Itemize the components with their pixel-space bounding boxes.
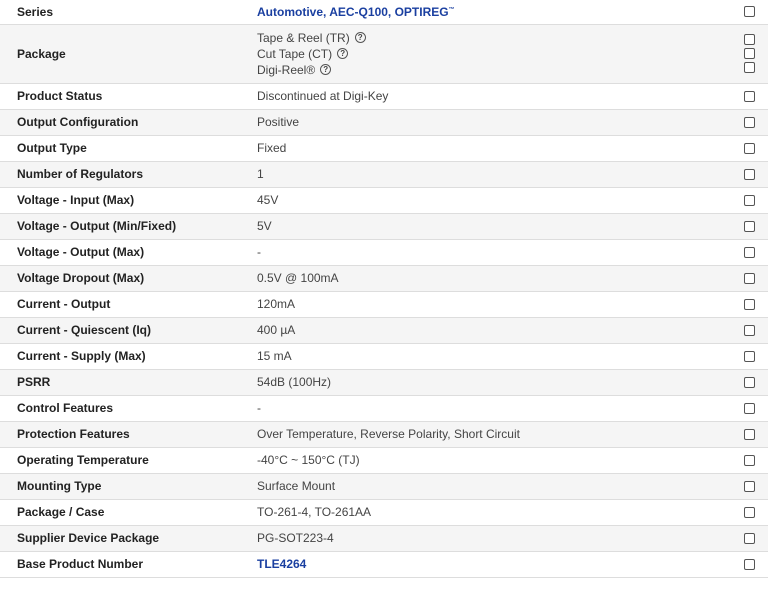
- select-checkbox[interactable]: [744, 142, 755, 154]
- attr-row-protection-features: Protection Features Over Temperature, Re…: [0, 421, 768, 448]
- trademark-mark: ™: [448, 6, 455, 13]
- select-checkbox[interactable]: [744, 376, 755, 388]
- attr-row-package: Package Tape & Reel (TR)? Cut Tape (CT)?…: [0, 24, 768, 84]
- attr-row-base-product-number: Base Product Number TLE4264: [0, 551, 768, 578]
- attr-label: Voltage - Output (Min/Fixed): [0, 213, 248, 240]
- attr-value: -: [248, 239, 738, 266]
- attr-label: Current - Supply (Max): [0, 343, 248, 370]
- attr-row-supplier-device-package: Supplier Device Package PG-SOT223-4: [0, 525, 768, 552]
- select-checkbox[interactable]: [744, 402, 755, 414]
- attr-label: Series: [0, 0, 248, 25]
- attr-label: Mounting Type: [0, 473, 248, 500]
- select-checkbox[interactable]: [744, 454, 755, 466]
- attr-row-operating-temperature: Operating Temperature -40°C ~ 150°C (TJ): [0, 447, 768, 474]
- attr-label: Product Status: [0, 83, 248, 110]
- series-link[interactable]: Automotive, AEC-Q100, OPTIREG™: [257, 5, 455, 19]
- question-circle-icon[interactable]: ?: [354, 32, 366, 43]
- attr-value: Automotive, AEC-Q100, OPTIREG™: [248, 0, 738, 25]
- packaging-option: Tape & Reel (TR)?: [257, 30, 738, 46]
- attr-value: 5V: [248, 213, 738, 240]
- attr-row-voltage-dropout-max: Voltage Dropout (Max) 0.5V @ 100mA: [0, 265, 768, 292]
- select-checkbox-tape-reel[interactable]: [744, 34, 755, 45]
- attr-row-current-supply-max: Current - Supply (Max) 15 mA: [0, 343, 768, 370]
- select-checkbox[interactable]: [744, 272, 755, 284]
- select-checkbox[interactable]: [744, 532, 755, 544]
- attr-row-series: Series Automotive, AEC-Q100, OPTIREG™: [0, 0, 768, 25]
- attr-label: Current - Quiescent (Iq): [0, 317, 248, 344]
- attr-label: Package: [0, 24, 248, 84]
- attr-label: Supplier Device Package: [0, 525, 248, 552]
- attr-value: Discontinued at Digi-Key: [248, 83, 738, 110]
- select-checkbox[interactable]: [744, 220, 755, 232]
- select-checkbox[interactable]: [744, 90, 755, 102]
- select-checkbox[interactable]: [744, 506, 755, 518]
- attr-row-output-type: Output Type Fixed: [0, 135, 768, 162]
- attr-label: PSRR: [0, 369, 248, 396]
- attr-value: 54dB (100Hz): [248, 369, 738, 396]
- attr-row-voltage-output-min-fixed: Voltage - Output (Min/Fixed) 5V: [0, 213, 768, 240]
- attr-row-number-of-regulators: Number of Regulators 1: [0, 161, 768, 188]
- attr-value: TLE4264: [248, 551, 738, 578]
- select-checkbox[interactable]: [744, 246, 755, 258]
- question-circle-icon[interactable]: ?: [337, 48, 349, 59]
- attr-value: 1: [248, 161, 738, 188]
- attr-value: 0.5V @ 100mA: [248, 265, 738, 292]
- attr-row-current-quiescent: Current - Quiescent (Iq) 400 µA: [0, 317, 768, 344]
- select-checkbox[interactable]: [744, 350, 755, 362]
- attr-value: Tape & Reel (TR)? Cut Tape (CT)? Digi-Re…: [248, 24, 738, 84]
- base-product-number-link[interactable]: TLE4264: [257, 557, 306, 571]
- attr-value: 45V: [248, 187, 738, 214]
- attr-label: Voltage - Input (Max): [0, 187, 248, 214]
- attr-label: Current - Output: [0, 291, 248, 318]
- attr-value: Over Temperature, Reverse Polarity, Shor…: [248, 421, 738, 448]
- attr-value: 400 µA: [248, 317, 738, 344]
- attr-value: TO-261-4, TO-261AA: [248, 499, 738, 526]
- attr-row-voltage-input-max: Voltage - Input (Max) 45V: [0, 187, 768, 214]
- attr-value: 15 mA: [248, 343, 738, 370]
- attr-row-control-features: Control Features -: [0, 395, 768, 422]
- select-checkbox[interactable]: [744, 428, 755, 440]
- attr-value: 120mA: [248, 291, 738, 318]
- packaging-option: Digi-Reel®?: [257, 62, 738, 78]
- select-checkbox-series[interactable]: [744, 6, 755, 18]
- select-checkbox[interactable]: [744, 558, 755, 570]
- select-checkbox[interactable]: [744, 116, 755, 128]
- attr-row-output-configuration: Output Configuration Positive: [0, 109, 768, 136]
- select-checkbox[interactable]: [744, 194, 755, 206]
- attr-label: Operating Temperature: [0, 447, 248, 474]
- attr-value: Positive: [248, 109, 738, 136]
- attr-value: -: [248, 395, 738, 422]
- attr-row-mounting-type: Mounting Type Surface Mount: [0, 473, 768, 500]
- attr-value: PG-SOT223-4: [248, 525, 738, 552]
- select-checkbox-digi-reel[interactable]: [744, 62, 755, 73]
- attr-row-package-case: Package / Case TO-261-4, TO-261AA: [0, 499, 768, 526]
- attr-label: Package / Case: [0, 499, 248, 526]
- attr-label: Base Product Number: [0, 551, 248, 578]
- question-circle-icon[interactable]: ?: [320, 64, 332, 75]
- attr-label: Voltage Dropout (Max): [0, 265, 248, 292]
- select-checkbox[interactable]: [744, 480, 755, 492]
- attr-label: Number of Regulators: [0, 161, 248, 188]
- attr-value: Fixed: [248, 135, 738, 162]
- attr-label: Protection Features: [0, 421, 248, 448]
- select-checkbox[interactable]: [744, 168, 755, 180]
- attr-row-voltage-output-max: Voltage - Output (Max) -: [0, 239, 768, 266]
- attr-label: Voltage - Output (Max): [0, 239, 248, 266]
- packaging-option: Cut Tape (CT)?: [257, 46, 738, 62]
- attr-row-product-status: Product Status Discontinued at Digi-Key: [0, 83, 768, 110]
- attr-label: Output Type: [0, 135, 248, 162]
- attr-row-psrr: PSRR 54dB (100Hz): [0, 369, 768, 396]
- select-checkbox-cut-tape[interactable]: [744, 48, 755, 59]
- attr-label: Output Configuration: [0, 109, 248, 136]
- select-checkbox[interactable]: [744, 324, 755, 336]
- attr-value: -40°C ~ 150°C (TJ): [248, 447, 738, 474]
- attr-row-current-output: Current - Output 120mA: [0, 291, 768, 318]
- select-checkbox[interactable]: [744, 298, 755, 310]
- attr-value: Surface Mount: [248, 473, 738, 500]
- attr-label: Control Features: [0, 395, 248, 422]
- product-attributes-table: Series Automotive, AEC-Q100, OPTIREG™ Pa…: [0, 0, 768, 578]
